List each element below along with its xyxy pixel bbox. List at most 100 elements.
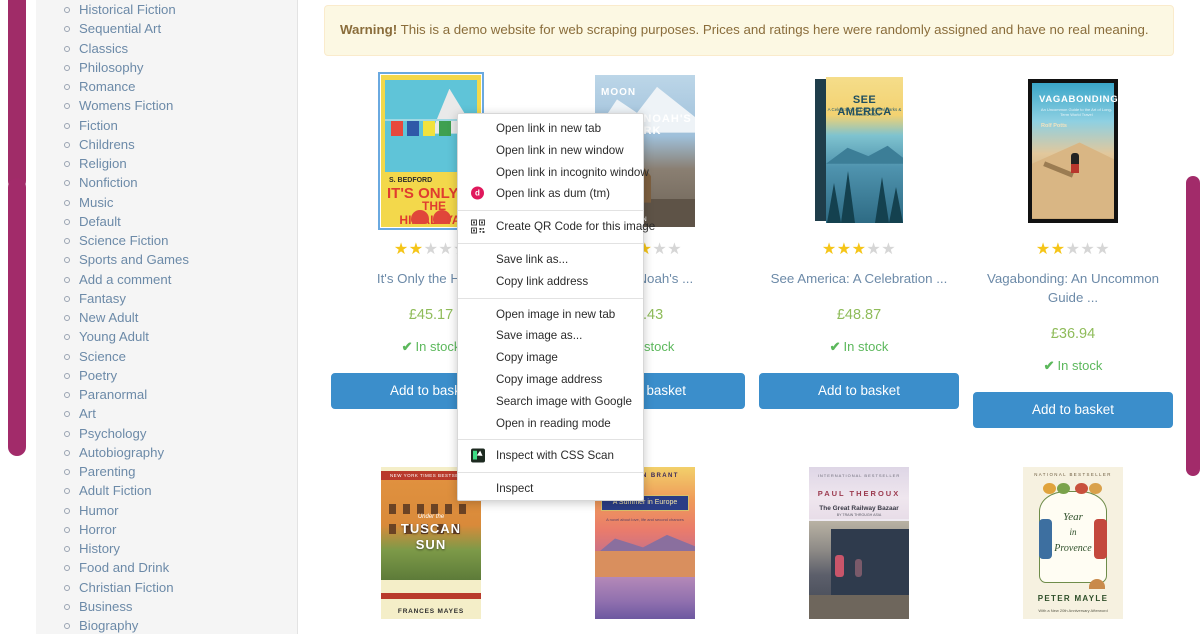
sidebar-item-label[interactable]: Default xyxy=(79,214,121,229)
sidebar-item[interactable]: Christian Fiction xyxy=(36,578,297,597)
context-menu-item[interactable]: Search image with Google xyxy=(458,391,643,413)
sidebar-item-label[interactable]: Art xyxy=(79,406,96,421)
sidebar-item-label[interactable]: Autobiography xyxy=(79,445,164,460)
sidebar-item[interactable]: Childrens xyxy=(36,135,297,154)
sidebar-item[interactable]: Nonfiction xyxy=(36,173,297,192)
sidebar-item-label[interactable]: Paranormal xyxy=(79,387,147,402)
sidebar-item[interactable]: Business xyxy=(36,597,297,616)
sidebar-item-label[interactable]: Science xyxy=(79,349,126,364)
star-rating: ★★★★★ xyxy=(759,241,959,258)
sidebar-item[interactable]: New Adult xyxy=(36,308,297,327)
sidebar-item[interactable]: Autobiography xyxy=(36,443,297,462)
sidebar-item-label[interactable]: Poetry xyxy=(79,368,117,383)
sidebar-item-label[interactable]: Humor xyxy=(79,503,119,518)
sidebar-item-label[interactable]: Nonfiction xyxy=(79,175,138,190)
sidebar-item[interactable]: Sports and Games xyxy=(36,250,297,269)
sidebar-item-label[interactable]: Biography xyxy=(79,618,138,633)
sidebar-item-label[interactable]: Horror xyxy=(79,522,116,537)
product-image[interactable]: SEE AMERICA A Celebration of Our National… xyxy=(809,74,909,227)
sidebar-item-label[interactable]: Food and Drink xyxy=(79,560,169,575)
browser-context-menu[interactable]: Open link in new tab Open link in new win… xyxy=(457,113,655,501)
sidebar-item-label[interactable]: Young Adult xyxy=(79,329,149,344)
stock-label: In stock xyxy=(1057,358,1103,374)
sidebar-item[interactable]: Music xyxy=(36,193,297,212)
sidebar-item-label[interactable]: Romance xyxy=(79,79,135,94)
context-menu-item[interactable]: Copy image address xyxy=(458,369,643,391)
sidebar-item[interactable]: Paranormal xyxy=(36,385,297,404)
sidebar-item-label[interactable]: Classics xyxy=(79,41,128,56)
add-to-basket-button[interactable]: Add to basket xyxy=(973,392,1173,429)
product-image[interactable]: INTERNATIONAL BESTSELLER PAUL THEROUX The … xyxy=(809,467,909,620)
context-menu-item[interactable]: Open link in incognito window xyxy=(458,162,649,184)
sidebar-item[interactable]: Horror xyxy=(36,520,297,539)
product-thumbnail[interactable]: SEE AMERICA A Celebration of Our National… xyxy=(759,73,959,228)
sidebar-item-label[interactable]: Add a comment xyxy=(79,272,171,287)
sidebar-item[interactable]: Philosophy xyxy=(36,58,297,77)
sidebar-item-label[interactable]: Sequential Art xyxy=(79,21,161,36)
sidebar-item[interactable]: Womens Fiction xyxy=(36,96,297,115)
sidebar-item-label[interactable]: Adult Fiction xyxy=(79,483,152,498)
scrollbar-thumb-left[interactable] xyxy=(8,178,26,456)
context-menu-item[interactable]: d Open link as dum (tm) xyxy=(458,183,643,205)
sidebar-item-label[interactable]: Sports and Games xyxy=(79,252,189,267)
context-menu-item[interactable]: Create QR Code for this image xyxy=(458,216,655,238)
sidebar-item[interactable]: Sequential Art xyxy=(36,19,297,38)
sidebar-item[interactable]: Adult Fiction xyxy=(36,481,297,500)
context-menu-item[interactable]: Open link in new tab xyxy=(458,118,643,140)
sidebar-item-label[interactable]: New Adult xyxy=(79,310,138,325)
context-menu-item-label: Copy image xyxy=(496,351,558,365)
sidebar-item[interactable]: Add a comment xyxy=(36,270,297,289)
context-menu-item[interactable]: Inspect with CSS Scan xyxy=(458,445,643,467)
sidebar-item[interactable]: Food and Drink xyxy=(36,558,297,577)
product-image[interactable]: NATIONAL BESTSELLER Year in Provence PETER M… xyxy=(1023,467,1123,620)
sidebar-item[interactable]: Biography xyxy=(36,616,297,634)
sidebar-item[interactable]: Default xyxy=(36,212,297,231)
sidebar-item[interactable]: Fantasy xyxy=(36,289,297,308)
scrollbar-thumb-right[interactable] xyxy=(1186,176,1200,476)
sidebar-item-label[interactable]: Parenting xyxy=(79,464,135,479)
product-thumbnail[interactable]: VAGABONDING An Uncommon Guide to the Art … xyxy=(973,73,1173,228)
context-menu-item[interactable]: Copy image xyxy=(458,347,643,369)
sidebar-item[interactable]: Psychology xyxy=(36,424,297,443)
scrollbar-thumb-left-top[interactable] xyxy=(8,0,26,190)
product-title-link[interactable]: Vagabonding: An Uncommon Guide ... xyxy=(987,271,1159,305)
sidebar-item[interactable]: Romance xyxy=(36,77,297,96)
sidebar-item[interactable]: Poetry xyxy=(36,366,297,385)
context-menu-item[interactable]: Open link in new window xyxy=(458,140,643,162)
context-menu-item[interactable]: Copy link address xyxy=(458,271,643,293)
sidebar-item-label[interactable]: Womens Fiction xyxy=(79,98,173,113)
context-menu-item[interactable]: Open image in new tab xyxy=(458,304,643,326)
sidebar-item-label[interactable]: Science Fiction xyxy=(79,233,168,248)
sidebar-item-label[interactable]: Fantasy xyxy=(79,291,126,306)
sidebar-item[interactable]: Young Adult xyxy=(36,327,297,346)
add-to-basket-button[interactable]: Add to basket xyxy=(759,372,959,409)
sidebar-item[interactable]: Art xyxy=(36,404,297,423)
sidebar-item-label[interactable]: Childrens xyxy=(79,137,135,152)
product-thumbnail[interactable]: INTERNATIONAL BESTSELLER PAUL THEROUX The … xyxy=(759,465,959,620)
sidebar-item[interactable]: Humor xyxy=(36,501,297,520)
context-menu-item[interactable]: Inspect xyxy=(458,478,643,500)
sidebar-item-label[interactable]: Christian Fiction xyxy=(79,580,174,595)
sidebar-item[interactable]: Science xyxy=(36,347,297,366)
sidebar-item-label[interactable]: Fiction xyxy=(79,118,118,133)
product-image[interactable]: VAGABONDING An Uncommon Guide to the Art … xyxy=(1023,74,1123,227)
sidebar-item-label[interactable]: Historical Fiction xyxy=(79,2,176,17)
sidebar-item-label[interactable]: Psychology xyxy=(79,426,146,441)
sidebar-item-label[interactable]: Philosophy xyxy=(79,60,144,75)
sidebar-item-label[interactable]: Religion xyxy=(79,156,127,171)
context-menu-item[interactable]: Save link as... xyxy=(458,249,643,271)
product-title-link[interactable]: See America: A Celebration ... xyxy=(771,271,948,286)
sidebar-item-label[interactable]: Business xyxy=(79,599,133,614)
sidebar-item[interactable]: Historical Fiction xyxy=(36,0,297,19)
sidebar-item[interactable]: Religion xyxy=(36,154,297,173)
sidebar-item[interactable]: History xyxy=(36,539,297,558)
sidebar-item[interactable]: Classics xyxy=(36,39,297,58)
context-menu-item[interactable]: Save image as... xyxy=(458,325,643,347)
sidebar-item-label[interactable]: History xyxy=(79,541,120,556)
sidebar-item[interactable]: Parenting xyxy=(36,462,297,481)
product-thumbnail[interactable]: NATIONAL BESTSELLER Year in Provence PETER M… xyxy=(973,465,1173,620)
sidebar-item-label[interactable]: Music xyxy=(79,195,113,210)
sidebar-item[interactable]: Fiction xyxy=(36,116,297,135)
context-menu-item[interactable]: Open in reading mode xyxy=(458,413,643,435)
sidebar-item[interactable]: Science Fiction xyxy=(36,231,297,250)
